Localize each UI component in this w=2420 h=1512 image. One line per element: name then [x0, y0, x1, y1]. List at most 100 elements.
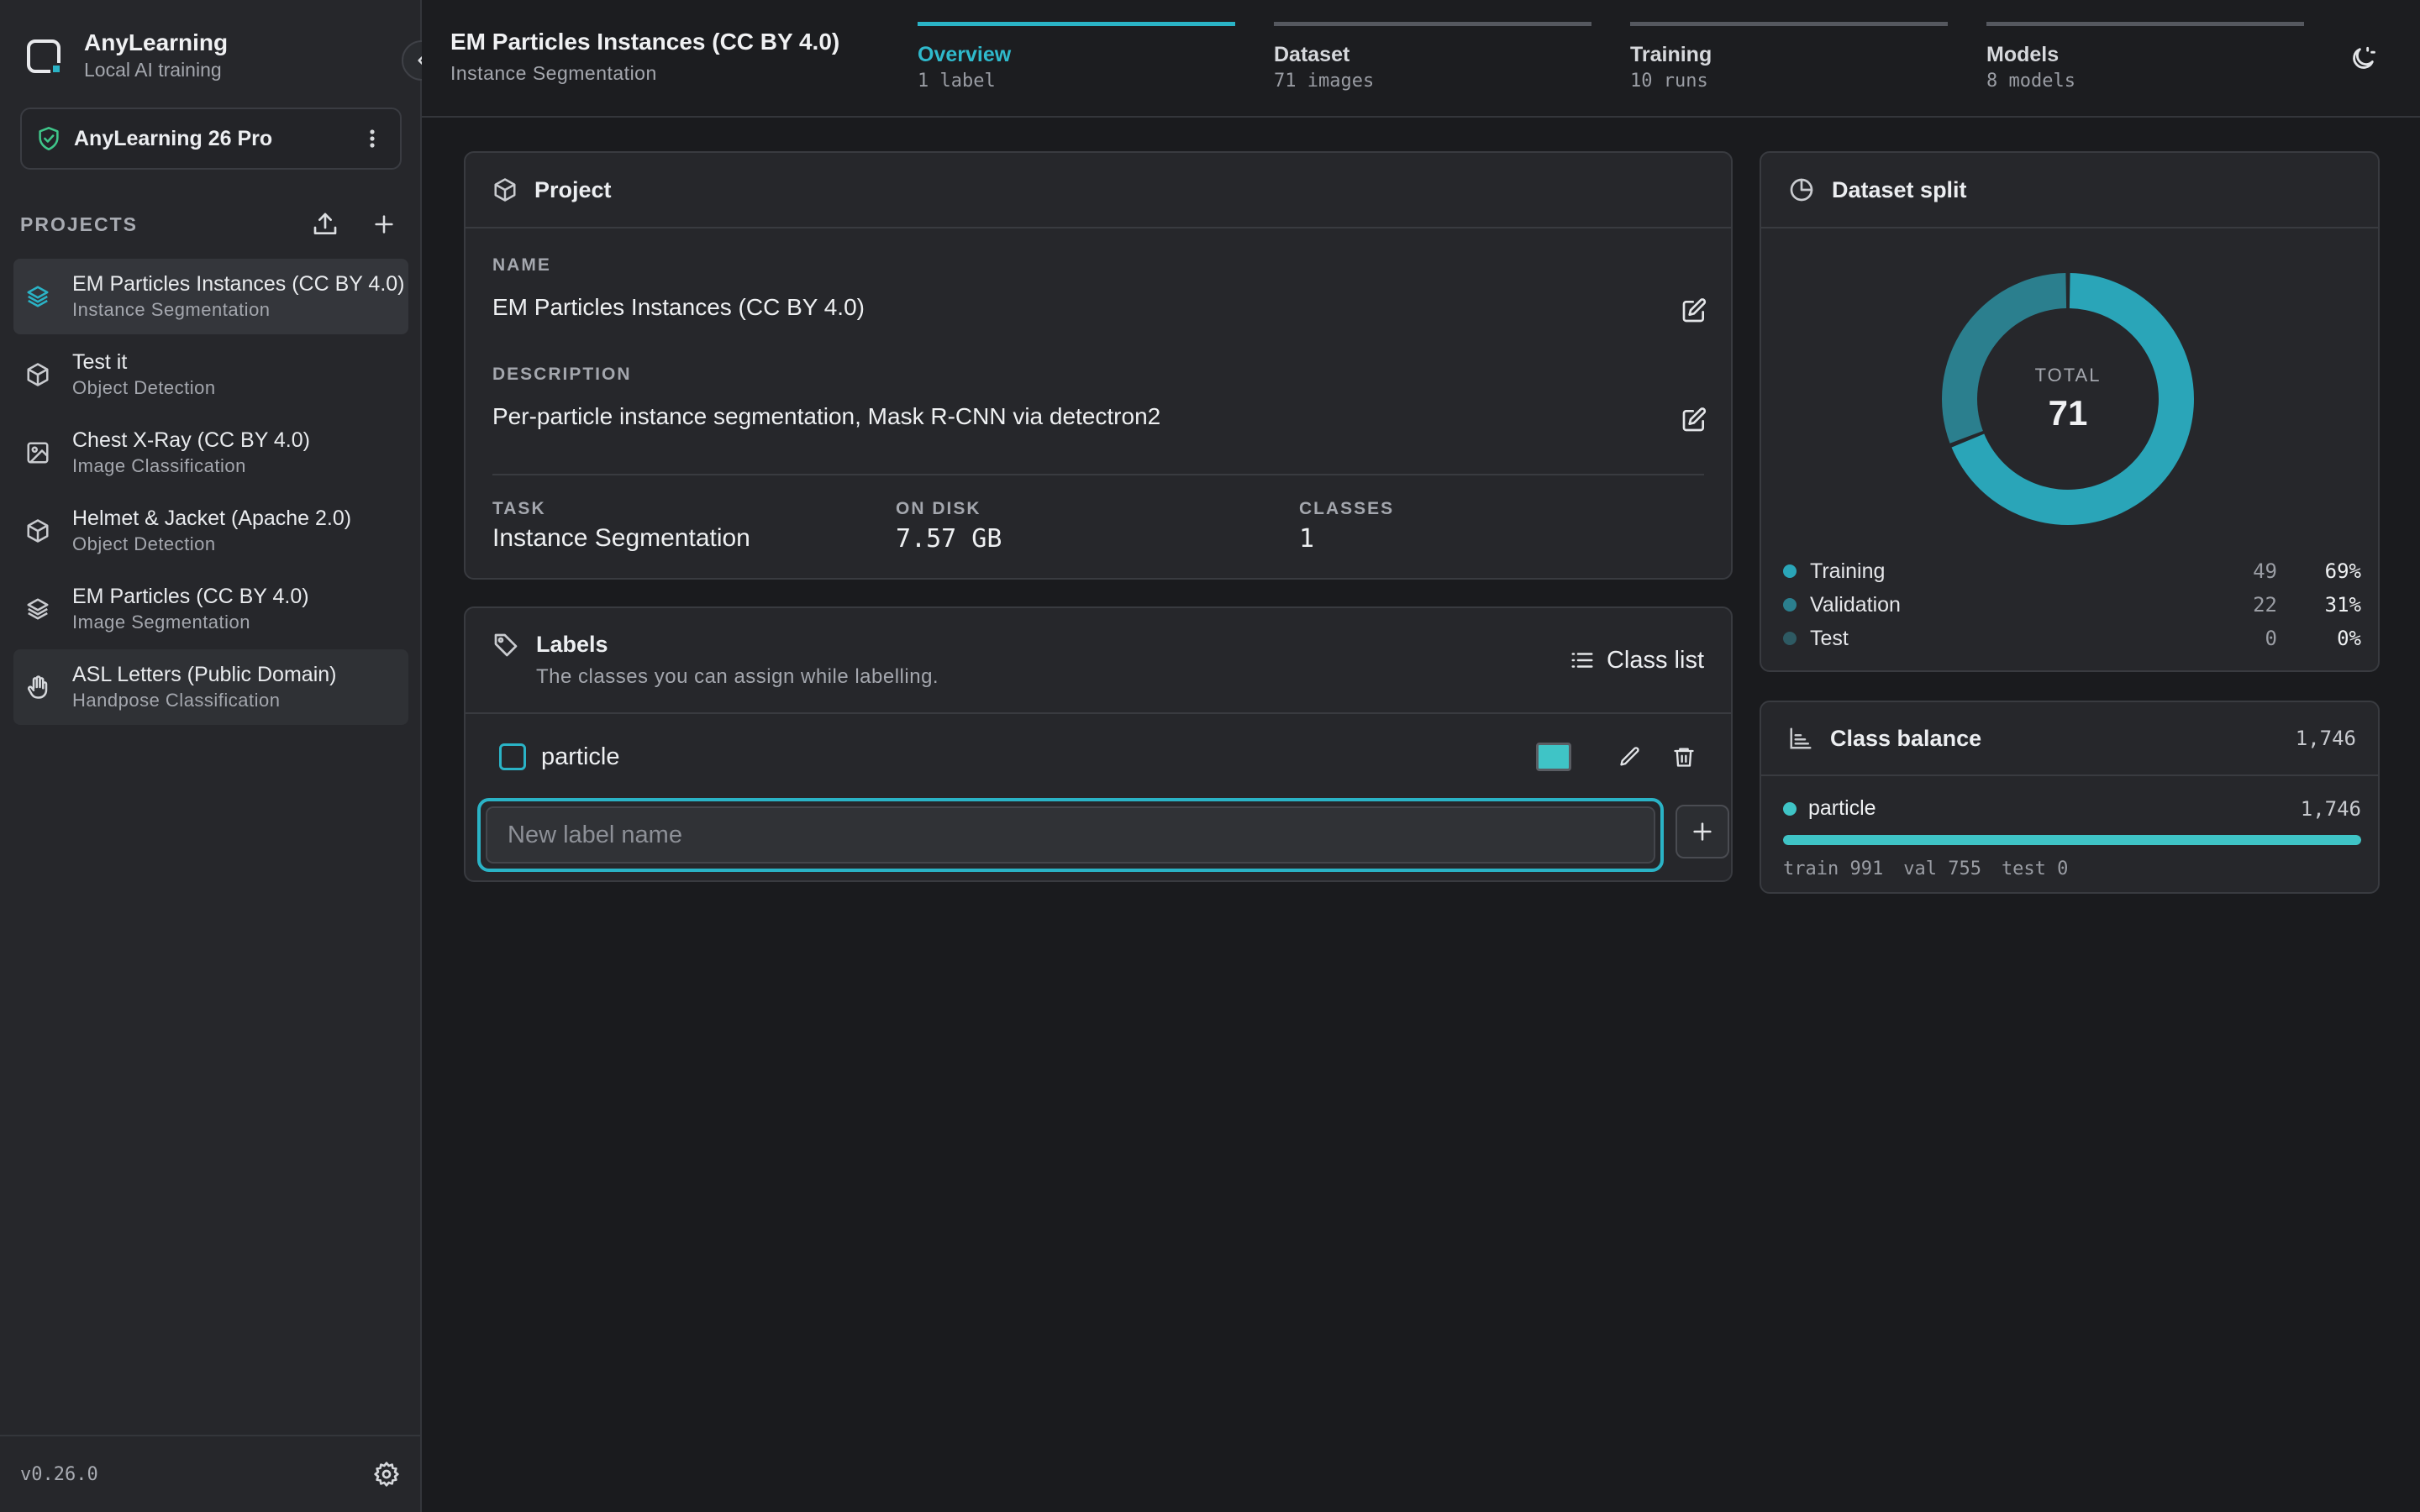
tab-sublabel: 10 runs — [1630, 71, 1708, 92]
tab-dataset[interactable]: Dataset 71 images — [1274, 22, 1591, 95]
tab-sublabel: 8 models — [1986, 71, 2075, 92]
split-train: train 991 — [1783, 858, 1884, 879]
sidebar: AnyLearning Local AI training AnyLearnin… — [0, 0, 422, 1512]
license-card[interactable]: AnyLearning 26 Pro — [20, 108, 402, 170]
edit-icon — [1681, 297, 1707, 324]
project-title: EM Particles Instances (CC BY 4.0) — [72, 272, 405, 296]
shield-check-icon — [37, 126, 60, 151]
card-header: Dataset split — [1761, 153, 2378, 228]
project-title: Helmet & Jacket (Apache 2.0) — [72, 507, 352, 530]
label-name: particle — [541, 743, 620, 770]
edit-description-button[interactable] — [1677, 403, 1711, 437]
tab-label: Overview — [918, 43, 1012, 66]
edit-name-button[interactable] — [1677, 294, 1711, 328]
trash-icon[interactable] — [1667, 740, 1701, 774]
add-label-button[interactable] — [1676, 805, 1729, 858]
tab-overview[interactable]: Overview 1 label — [918, 22, 1235, 95]
upload-icon[interactable] — [308, 207, 343, 242]
class-split-counts: train 991 val 755 test 0 — [1783, 858, 2088, 879]
legend-count: 22 — [2253, 593, 2277, 617]
classes-label: CLASSES — [1299, 499, 1395, 518]
project-card: Project NAME EM Particles Instances (CC … — [464, 151, 1733, 580]
license-label: AnyLearning 26 Pro — [74, 126, 273, 150]
tab-sublabel: 71 images — [1274, 71, 1375, 92]
tab-bar: Overview 1 label Dataset 71 images Train… — [918, 22, 2343, 95]
project-type: Handpose Classification — [72, 690, 281, 711]
moon-icon — [2349, 45, 2377, 73]
legend-percent: 31% — [2324, 593, 2361, 617]
disk-label: ON DISK — [896, 499, 981, 518]
bar-chart-icon — [1788, 726, 1813, 751]
stat-classes: CLASSES 1 — [1299, 499, 1702, 554]
project-item[interactable]: ASL Letters (Public Domain) Handpose Cla… — [13, 649, 408, 725]
class-balance-bar-fill — [1783, 835, 2361, 845]
layers-icon — [20, 279, 55, 314]
tab-label: Training — [1630, 43, 1712, 66]
legend-dot — [1783, 564, 1797, 578]
add-project-icon[interactable] — [366, 207, 402, 242]
legend-count: 49 — [2253, 559, 2277, 583]
card-title: Class balance — [1830, 725, 1982, 751]
theme-toggle-button[interactable] — [2344, 40, 2381, 77]
project-item[interactable]: Chest X-Ray (CC BY 4.0) Image Classifica… — [13, 415, 408, 491]
project-type: Object Detection — [72, 377, 216, 398]
app-version: v0.26.0 — [20, 1463, 98, 1485]
tag-icon — [492, 632, 519, 659]
label-checkbox[interactable] — [499, 743, 526, 770]
card-header: Labels The classes you can assign while … — [466, 608, 1731, 714]
settings-gear-icon[interactable] — [373, 1461, 400, 1488]
project-item[interactable]: EM Particles (CC BY 4.0) Image Segmentat… — [13, 571, 408, 647]
project-title: ASL Letters (Public Domain) — [72, 663, 337, 686]
class-list-button[interactable]: Class list — [1570, 637, 1704, 684]
task-value: Instance Segmentation — [492, 524, 750, 552]
app-logo-icon — [24, 34, 66, 76]
legend-count: 0 — [2265, 627, 2277, 650]
classes-value: 1 — [1299, 524, 1315, 554]
legend-row: Validation 22 31% — [1783, 588, 2361, 622]
project-type: Image Segmentation — [72, 612, 251, 633]
app-name: AnyLearning — [84, 29, 229, 55]
class-balance-total: 1,746 — [2295, 727, 2356, 750]
app-subtitle: Local AI training — [84, 59, 222, 81]
new-label-focus-ring — [477, 798, 1664, 872]
total-label: TOTAL — [2034, 365, 2102, 386]
project-stats: TASK Instance Segmentation ON DISK 7.57 … — [492, 499, 1702, 554]
project-name-value: EM Particles Instances (CC BY 4.0) — [492, 294, 865, 320]
project-item[interactable]: Test it Object Detection — [13, 337, 408, 412]
tab-label: Models — [1986, 43, 2060, 66]
hand-icon — [20, 669, 55, 705]
project-list: EM Particles Instances (CC BY 4.0) Insta… — [13, 259, 408, 727]
split-legend: Training 49 69% Validation 22 31% Test 0… — [1783, 554, 2361, 655]
legend-row: Training 49 69% — [1783, 554, 2361, 588]
labels-card: Labels The classes you can assign while … — [464, 606, 1733, 882]
project-item[interactable]: EM Particles Instances (CC BY 4.0) Insta… — [13, 259, 408, 334]
legend-name: Test — [1810, 626, 1849, 650]
disk-value: 7.57 GB — [896, 524, 1002, 554]
donut-center: TOTAL 71 — [1939, 270, 2196, 528]
more-vertical-icon[interactable] — [360, 126, 385, 151]
stat-task: TASK Instance Segmentation — [492, 499, 896, 554]
projects-header: PROJECTS — [20, 207, 402, 242]
name-label: NAME — [492, 255, 551, 275]
split-donut-chart: TOTAL 71 — [1939, 270, 2196, 528]
legend-dot — [1783, 632, 1797, 645]
label-color-swatch[interactable] — [1536, 743, 1571, 771]
card-title: Labels — [536, 632, 608, 657]
pencil-icon[interactable] — [1613, 740, 1647, 774]
project-title: Test it — [72, 350, 128, 374]
page-title: EM Particles Instances (CC BY 4.0) — [450, 29, 840, 55]
tab-models[interactable]: Models 8 models — [1986, 22, 2304, 95]
label-row: particle — [499, 736, 1701, 778]
project-title: EM Particles (CC BY 4.0) — [72, 585, 309, 608]
cube-icon — [20, 513, 55, 549]
class-name: particle — [1808, 796, 1876, 820]
class-balance-bar — [1783, 835, 2361, 845]
card-title: Dataset split — [1832, 176, 1967, 202]
project-item[interactable]: Helmet & Jacket (Apache 2.0) Object Dete… — [13, 493, 408, 569]
class-count: 1,746 — [2300, 796, 2361, 821]
image-icon — [20, 435, 55, 470]
new-label-input[interactable] — [486, 806, 1655, 864]
legend-name: Validation — [1810, 592, 1901, 617]
tab-training[interactable]: Training 10 runs — [1630, 22, 1948, 95]
project-type: Image Classification — [72, 455, 246, 476]
